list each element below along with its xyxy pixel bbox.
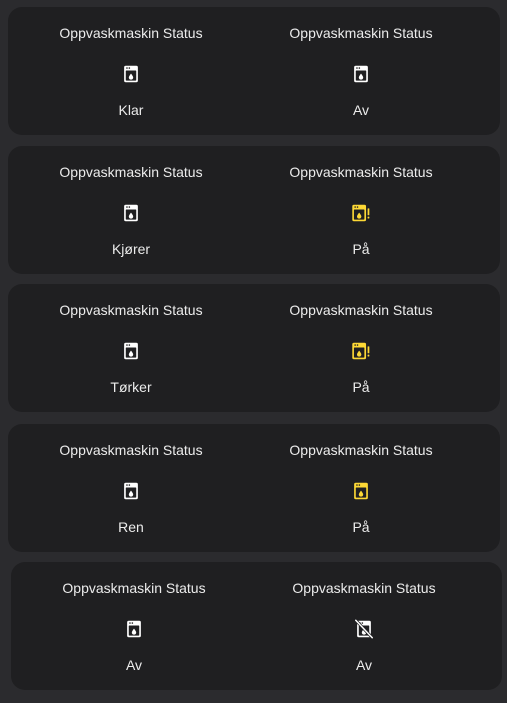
dishwasher-icon xyxy=(120,202,142,224)
dishwasher-alert-icon xyxy=(350,202,372,224)
dishwasher-status-tile[interactable]: Oppvaskmaskin Status På xyxy=(238,284,484,412)
tile-title: Oppvaskmaskin Status xyxy=(59,25,203,41)
dishwasher-status-tile[interactable]: Oppvaskmaskin Status Ren xyxy=(8,424,254,552)
status-card-1: Oppvaskmaskin Status Klar Oppvaskmaskin … xyxy=(8,7,500,135)
tile-state: Av xyxy=(355,657,373,673)
dishwasher-off-icon xyxy=(353,618,375,640)
tile-title: Oppvaskmaskin Status xyxy=(289,442,433,458)
tile-state: Av xyxy=(125,657,143,673)
tile-state: På xyxy=(352,519,370,535)
tile-title: Oppvaskmaskin Status xyxy=(292,580,436,596)
dishwasher-status-tile[interactable]: Oppvaskmaskin Status Kjører xyxy=(8,146,254,274)
tile-title: Oppvaskmaskin Status xyxy=(289,25,433,41)
dishwasher-alert-icon xyxy=(350,340,372,362)
status-card-4: Oppvaskmaskin Status Ren Oppvaskmaskin S… xyxy=(8,424,500,552)
dishwasher-active-icon xyxy=(350,480,372,502)
tile-state: Kjører xyxy=(111,241,151,257)
tile-title: Oppvaskmaskin Status xyxy=(62,580,206,596)
dishwasher-status-tile[interactable]: Oppvaskmaskin Status Klar xyxy=(8,7,254,135)
dishwasher-status-tile[interactable]: Oppvaskmaskin Status Tørker xyxy=(8,284,254,412)
dishwasher-status-tile[interactable]: Oppvaskmaskin Status Av xyxy=(241,562,487,690)
dishwasher-icon xyxy=(123,618,145,640)
dishwasher-status-tile[interactable]: Oppvaskmaskin Status Av xyxy=(11,562,257,690)
status-card-3: Oppvaskmaskin Status Tørker Oppvaskmaski… xyxy=(8,284,500,412)
tile-title: Oppvaskmaskin Status xyxy=(59,164,203,180)
tile-title: Oppvaskmaskin Status xyxy=(59,442,203,458)
tile-title: Oppvaskmaskin Status xyxy=(289,164,433,180)
dishwasher-icon xyxy=(120,480,142,502)
tile-state: Av xyxy=(352,102,370,118)
tile-title: Oppvaskmaskin Status xyxy=(59,302,203,318)
status-card-2: Oppvaskmaskin Status Kjører Oppvaskmaski… xyxy=(8,146,500,274)
tile-state: På xyxy=(352,379,370,395)
tile-state: Tørker xyxy=(110,379,152,395)
dishwasher-icon xyxy=(120,340,142,362)
dishwasher-status-tile[interactable]: Oppvaskmaskin Status På xyxy=(238,424,484,552)
tile-state: Ren xyxy=(118,519,144,535)
dishwasher-icon xyxy=(350,63,372,85)
dishwasher-status-tile[interactable]: Oppvaskmaskin Status På xyxy=(238,146,484,274)
tile-title: Oppvaskmaskin Status xyxy=(289,302,433,318)
dishwasher-icon xyxy=(120,63,142,85)
status-card-5: Oppvaskmaskin Status Av Oppvaskmaskin St… xyxy=(11,562,502,690)
dishwasher-status-tile[interactable]: Oppvaskmaskin Status Av xyxy=(238,7,484,135)
tile-state: Klar xyxy=(118,102,144,118)
tile-state: På xyxy=(352,241,370,257)
